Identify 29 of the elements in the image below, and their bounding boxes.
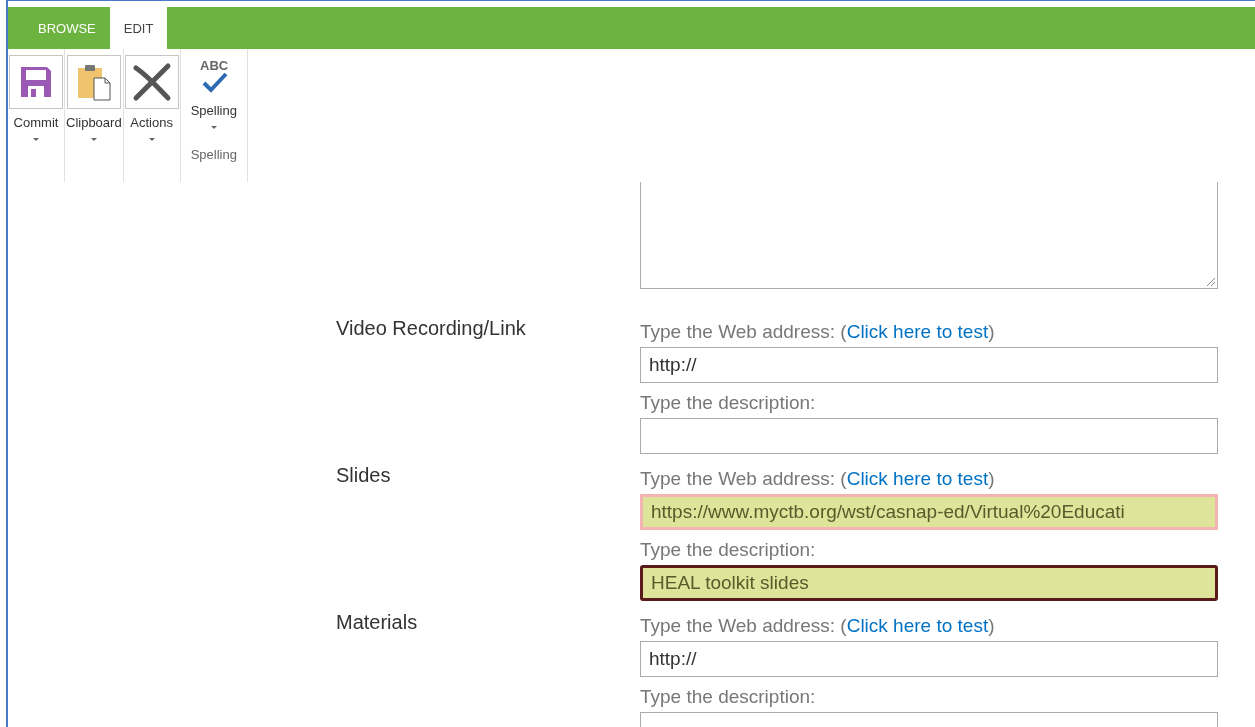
caret-icon bbox=[210, 126, 217, 129]
field-hint: ) bbox=[988, 321, 995, 342]
resize-grip-icon bbox=[1206, 277, 1215, 286]
field-hint: ) bbox=[988, 615, 995, 636]
description-field[interactable] bbox=[640, 418, 1218, 454]
url-field[interactable]: http:// bbox=[640, 641, 1218, 677]
field-label: Materials bbox=[336, 611, 418, 633]
field-hint: Type the Web address: ( bbox=[640, 321, 847, 342]
field-hint: Type the Web address: ( bbox=[640, 615, 847, 636]
ribbon-button[interactable]: ABC Spelling bbox=[190, 57, 237, 129]
test-link[interactable]: Click here to test bbox=[846, 615, 989, 636]
field-label: Slides bbox=[336, 464, 391, 486]
cross-icon bbox=[131, 62, 172, 102]
caret-icon bbox=[33, 138, 39, 141]
test-link[interactable]: Click here to test bbox=[846, 321, 989, 342]
field-hint: Type the description: bbox=[640, 392, 816, 413]
description-field[interactable]: HEAL toolkit slides bbox=[640, 565, 1218, 601]
url-field[interactable]: https://www.myctb.org/wst/casnap-ed/Virtual%20Educati bbox=[640, 494, 1218, 530]
caret-icon bbox=[90, 138, 97, 141]
field-hint: Type the description: bbox=[640, 539, 816, 560]
caret-icon bbox=[148, 138, 155, 141]
ribbon-group-label: Spelling bbox=[190, 147, 237, 162]
field-hint: Type the description: bbox=[640, 686, 816, 707]
url-field[interactable]: http:// bbox=[640, 347, 1218, 383]
field-hint: Type the Web address: ( bbox=[640, 468, 847, 489]
test-link[interactable]: Click here to test bbox=[846, 468, 989, 489]
field-label: Video Recording/Link bbox=[336, 317, 526, 339]
ribbon-tab[interactable]: EDIT bbox=[109, 7, 168, 49]
field-hint: ) bbox=[988, 468, 995, 489]
